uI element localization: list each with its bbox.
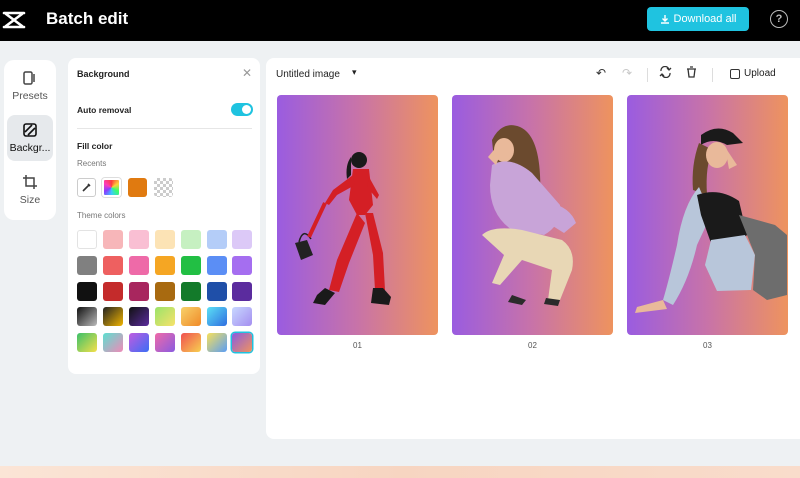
image-label-01: 01 [353,341,362,350]
image-label-02: 02 [528,341,537,350]
main-canvas: Untitled image ▾ ↶ ↷ Upload 01 02 03 [266,58,800,439]
toolbar-divider [712,68,713,82]
theme-color-swatch[interactable] [207,307,227,326]
color-picker-icon[interactable] [77,178,96,197]
left-nav: Presets Backgr... Size [4,60,56,220]
theme-color-swatch[interactable] [207,256,227,275]
recent-swatch-orange[interactable] [128,178,147,197]
theme-color-swatch[interactable] [77,307,97,326]
theme-color-swatch[interactable] [181,230,201,249]
theme-color-swatch[interactable] [77,282,97,301]
theme-colors-label: Theme colors [77,211,126,220]
theme-color-swatch[interactable] [129,230,149,249]
theme-color-swatch[interactable] [232,230,252,249]
document-title[interactable]: Untitled image [276,69,340,80]
theme-color-swatch[interactable] [155,307,175,326]
figure-walking-red [295,152,391,305]
theme-color-swatch[interactable] [232,333,252,352]
theme-color-swatch[interactable] [207,333,227,352]
recent-swatch-multicolor[interactable] [102,178,121,197]
theme-color-swatch[interactable] [103,230,123,249]
theme-color-swatch[interactable] [77,230,97,249]
image-card-03[interactable] [627,95,788,335]
theme-color-swatch[interactable] [77,256,97,275]
toolbar-divider [647,68,648,82]
recents-label: Recents [77,159,107,168]
app-title: Batch edit [46,9,129,28]
top-bar: Batch edit Download all ? [0,0,800,41]
theme-color-swatch[interactable] [181,256,201,275]
theme-color-swatch[interactable] [103,333,123,352]
theme-color-swatch[interactable] [181,282,201,301]
capcut-logo-icon[interactable] [2,9,26,31]
image-card-01[interactable] [277,95,438,335]
theme-color-swatch[interactable] [77,333,97,352]
figure-sitting-cap [635,128,787,313]
theme-color-swatch[interactable] [129,333,149,352]
theme-color-swatch[interactable] [232,307,252,326]
auto-removal-toggle[interactable] [231,103,253,116]
theme-color-swatch[interactable] [232,282,252,301]
theme-color-swatch[interactable] [155,333,175,352]
nav-label-presets: Presets [12,90,48,102]
theme-color-swatch[interactable] [155,282,175,301]
nav-item-presets[interactable]: Presets [7,63,53,109]
bottom-gradient-strip [0,466,800,478]
theme-color-swatch[interactable] [181,307,201,326]
image-label-03: 03 [703,341,712,350]
chevron-down-icon[interactable]: ▾ [352,67,357,78]
close-icon[interactable]: ✕ [242,66,252,80]
upload-icon [730,68,740,79]
theme-color-swatch[interactable] [155,256,175,275]
background-icon [23,123,37,137]
nav-label-size: Size [19,194,41,206]
theme-color-swatch[interactable] [207,282,227,301]
download-icon [660,15,669,24]
theme-color-swatch[interactable] [103,282,123,301]
theme-color-swatch[interactable] [129,307,149,326]
download-all-button[interactable]: Download all [647,7,749,31]
theme-color-swatch[interactable] [181,333,201,352]
nav-item-background[interactable]: Backgr... [7,115,53,161]
upload-button[interactable]: Upload [730,68,776,79]
theme-color-swatch[interactable] [103,256,123,275]
fill-color-label: Fill color [77,141,113,151]
divider [77,128,252,129]
theme-color-swatch[interactable] [129,282,149,301]
theme-color-swatch[interactable] [232,256,252,275]
background-panel: Background ✕ Auto removal Fill color Rec… [68,58,260,374]
nav-label-background: Backgr... [9,142,51,154]
presets-icon [23,71,35,85]
recent-swatch-transparent[interactable] [154,178,173,197]
undo-icon[interactable]: ↶ [596,66,606,80]
help-icon[interactable]: ? [770,10,788,28]
panel-title: Background [77,69,130,79]
delete-icon[interactable] [686,66,697,81]
crop-icon [23,175,37,189]
theme-color-swatch[interactable] [103,307,123,326]
auto-removal-label: Auto removal [77,105,132,115]
theme-color-swatch[interactable] [207,230,227,249]
download-all-label: Download all [673,13,737,25]
upload-label: Upload [744,68,776,79]
theme-color-swatch[interactable] [129,256,149,275]
replace-icon[interactable] [659,65,672,81]
image-card-02[interactable] [452,95,613,335]
theme-color-swatch[interactable] [155,230,175,249]
nav-item-size[interactable]: Size [7,167,53,213]
figure-crouching-lilac [482,125,576,306]
redo-icon[interactable]: ↷ [622,66,632,80]
